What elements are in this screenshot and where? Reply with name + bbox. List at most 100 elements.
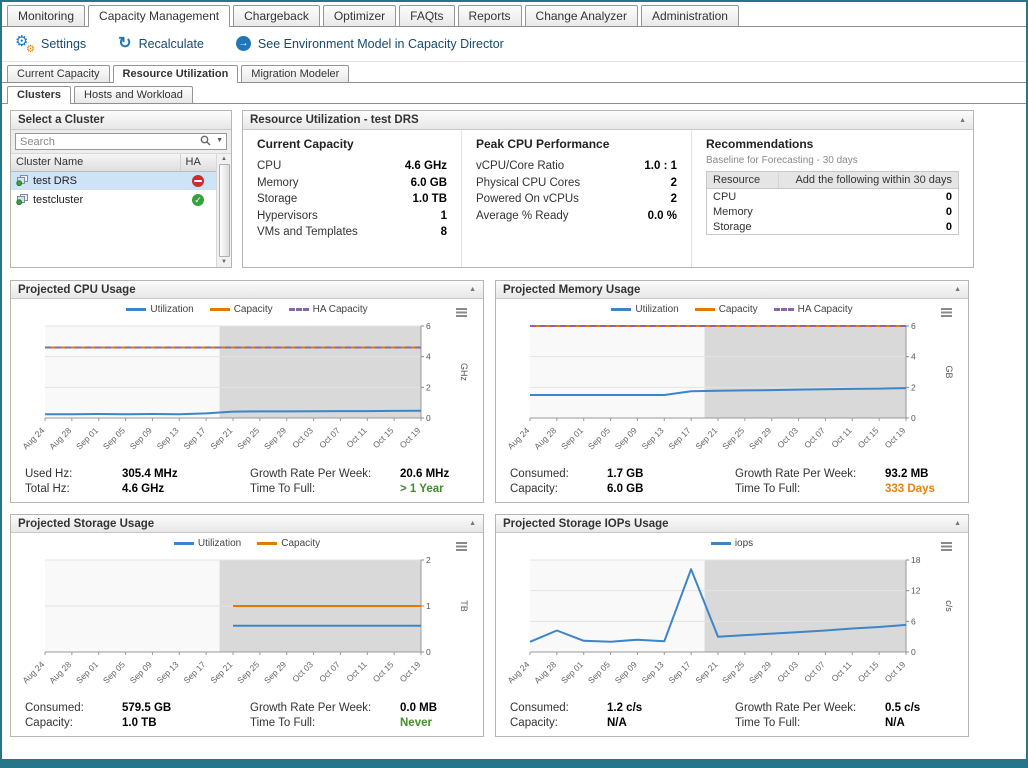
legend-swatch (210, 308, 230, 311)
sub-tab-bar: Current Capacity Resource Utilization Mi… (2, 62, 1026, 83)
chart-panel-header: Projected Memory Usage ▲ (496, 281, 968, 299)
current-capacity-section: Current Capacity CPU4.6 GHzMemory6.0 GBS… (243, 130, 461, 267)
stat-value: 579.5 GB (122, 702, 171, 714)
tab-chargeback[interactable]: Chargeback (233, 5, 320, 26)
x-tick-label: Sep 13 (640, 425, 666, 451)
x-tick-label: Sep 17 (181, 425, 207, 451)
chart-stat: Consumed:1.2 c/s (510, 702, 735, 714)
projected-storage-iops-usage-panel: Projected Storage IOPs Usage ▲ iops 0612… (495, 514, 969, 737)
cluster-list-scrollbar[interactable]: ▲ ▼ (216, 154, 231, 267)
environment-model-link[interactable]: → See Environment Model in Capacity Dire… (236, 36, 504, 51)
cluster-row[interactable]: testcluster ✓ (11, 190, 216, 209)
recommendation-row: CPU0 (707, 189, 959, 205)
search-options-caret-icon[interactable]: ▼ (216, 137, 223, 144)
x-tick-label: Oct 19 (398, 659, 423, 684)
metric-value: 1.0 TB (412, 193, 447, 205)
search-icon[interactable] (200, 135, 211, 149)
metric-label: Hypervisors (257, 210, 318, 222)
x-tick-label: Sep 21 (208, 659, 234, 685)
chart-title: Projected Memory Usage (503, 284, 640, 296)
x-tick-label: Sep 17 (181, 659, 207, 685)
legend-label: HA Capacity (313, 304, 368, 315)
projected-memory-usage-panel: Projected Memory Usage ▲ UtilizationCapa… (495, 280, 969, 503)
y-tick-label: 12 (911, 586, 921, 596)
recommendation-resource: CPU (707, 189, 779, 205)
tab-hosts-and-workload[interactable]: Hosts and Workload (74, 86, 193, 103)
stat-value: N/A (885, 717, 905, 729)
metric-value: 2 (671, 193, 677, 205)
ha-cell: ✓ (180, 190, 216, 209)
recommendations-subtitle: Baseline for Forecasting - 30 days (706, 155, 959, 166)
cluster-search-input[interactable] (15, 133, 227, 150)
x-tick-label: Oct 03 (775, 425, 800, 450)
current-capacity-rows: CPU4.6 GHzMemory6.0 GBStorage1.0 TBHyper… (257, 158, 447, 241)
chart-options-icon[interactable] (941, 308, 952, 310)
x-tick-label: Aug 24 (505, 659, 531, 685)
tab-reports[interactable]: Reports (458, 5, 522, 26)
recommendations-title: Recommendations (706, 137, 959, 151)
resource-panel-body: Current Capacity CPU4.6 GHzMemory6.0 GBS… (243, 130, 973, 267)
tab-resource-utilization[interactable]: Resource Utilization (113, 65, 239, 83)
ha-enabled-icon: ✓ (192, 194, 204, 206)
environment-model-label: See Environment Model in Capacity Direct… (258, 37, 504, 51)
x-tick-label: Sep 01 (74, 425, 100, 451)
y-tick-label: 2 (426, 555, 431, 565)
chart-options-icon[interactable] (456, 542, 467, 544)
cluster-panel-header: Select a Cluster (11, 111, 231, 130)
tab-capacity-management[interactable]: Capacity Management (88, 5, 230, 27)
tab-change-analyzer[interactable]: Change Analyzer (525, 5, 638, 26)
chart-legend: UtilizationCapacityHA Capacity (500, 301, 964, 318)
stat-label: Used Hz: (25, 468, 122, 480)
chart-body: UtilizationCapacityHA Capacity 0246GBAug… (496, 299, 968, 502)
ha-disabled-icon (192, 175, 204, 187)
stat-label: Growth Rate Per Week: (250, 702, 400, 714)
scrollbar-thumb[interactable] (219, 164, 230, 257)
top-row: Select a Cluster ▼ Cluster Name (10, 110, 1018, 268)
chart-options-icon[interactable] (941, 542, 952, 544)
legend-item: Utilization (174, 538, 241, 549)
legend-label: Utilization (150, 304, 193, 315)
collapse-icon[interactable]: ▲ (954, 286, 961, 293)
main-tab-bar: Monitoring Capacity Management Chargebac… (2, 2, 1026, 27)
y-tick-label: 0 (911, 413, 916, 423)
x-tick-label: Sep 25 (235, 425, 261, 451)
chart-stat: Capacity:6.0 GB (510, 483, 735, 495)
gear-icon: ⚙⚙ (16, 35, 34, 52)
stat-label: Time To Full: (735, 717, 885, 729)
stat-value: N/A (607, 717, 627, 729)
collapse-icon[interactable]: ▲ (469, 520, 476, 527)
tab-current-capacity[interactable]: Current Capacity (7, 65, 110, 82)
y-axis-unit: c/s (944, 600, 954, 612)
x-tick-label: Sep 21 (693, 425, 719, 451)
collapse-icon[interactable]: ▲ (959, 117, 966, 124)
tab-migration-modeler[interactable]: Migration Modeler (241, 65, 349, 82)
tab-faqts[interactable]: FAQts (399, 5, 454, 26)
cluster-name-cell: testcluster (11, 190, 180, 209)
chart-options-icon[interactable] (456, 308, 467, 310)
y-tick-label: 18 (911, 555, 921, 565)
chart-stats: Consumed:579.5 GBGrowth Rate Per Week:0.… (15, 702, 479, 736)
x-tick-label: Aug 24 (505, 425, 531, 451)
scroll-up-icon[interactable]: ▲ (221, 156, 227, 162)
stat-value: 6.0 GB (607, 483, 643, 495)
collapse-icon[interactable]: ▲ (954, 520, 961, 527)
tab-administration[interactable]: Administration (641, 5, 739, 26)
column-header-ha[interactable]: HA (180, 154, 216, 171)
x-tick-label: Sep 25 (720, 425, 746, 451)
x-tick-label: Sep 25 (235, 659, 261, 685)
collapse-icon[interactable]: ▲ (469, 286, 476, 293)
recalculate-button[interactable]: ↻ Recalculate (118, 37, 204, 51)
cluster-row[interactable]: test DRS (11, 171, 216, 190)
metric-value: 4.6 GHz (405, 160, 447, 172)
x-tick-label: Sep 09 (128, 425, 154, 451)
x-tick-label: Sep 09 (613, 425, 639, 451)
scroll-down-icon[interactable]: ▼ (221, 259, 227, 265)
tab-monitoring[interactable]: Monitoring (7, 5, 85, 26)
projected-storage-usage-panel: Projected Storage Usage ▲ UtilizationCap… (10, 514, 484, 737)
metric-value: 6.0 GB (411, 177, 447, 189)
tab-optimizer[interactable]: Optimizer (323, 5, 396, 26)
tab-clusters[interactable]: Clusters (7, 86, 71, 104)
column-header-cluster-name[interactable]: Cluster Name (11, 154, 180, 171)
settings-button[interactable]: ⚙⚙ Settings (16, 35, 86, 52)
metric-value: 1 (441, 210, 447, 222)
